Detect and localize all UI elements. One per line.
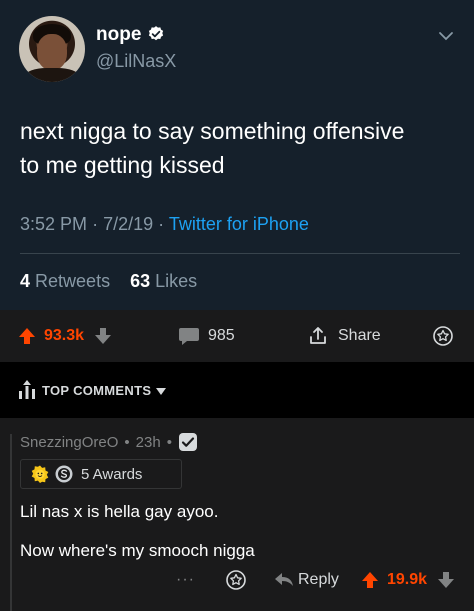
meta-separator: · [158, 214, 165, 234]
comment-bubble-icon [179, 328, 199, 345]
tweet-time: 3:52 PM [20, 214, 88, 234]
wholesome-award-icon [31, 465, 49, 483]
comment-award-button[interactable] [225, 566, 247, 594]
retweets-label: Retweets [35, 271, 111, 291]
award-icon [226, 570, 246, 590]
tweet-date: 7/2/19 [103, 214, 154, 234]
meta-bullet: • [124, 433, 130, 451]
comment-body-line: Lil nas x is hella gay ayoo. [20, 502, 219, 521]
reply-label: Reply [298, 571, 339, 588]
checkmark-badge-icon [178, 433, 197, 451]
award-button[interactable] [432, 310, 454, 362]
tweet-text-line: to me getting kissed [20, 152, 225, 178]
downvote-arrow-icon[interactable] [437, 571, 455, 589]
chevron-down-icon[interactable] [438, 30, 454, 42]
retweets-count: 4 [20, 271, 31, 291]
comment-body-line: Now where's my smooch nigga [20, 541, 255, 560]
more-options-button[interactable]: ··· [176, 566, 195, 594]
avatar-shirt [25, 68, 79, 82]
comment-vote-group: 19.9k [361, 566, 455, 594]
comment-author[interactable]: SnezzingOreO [20, 434, 118, 451]
divider [20, 253, 460, 254]
awards-label: 5 Awards [81, 465, 143, 483]
post-action-bar: 93.3k 985 Share [0, 310, 474, 362]
vote-group: 93.3k [18, 310, 112, 362]
caret-down-icon [156, 388, 166, 395]
retweets-stat[interactable]: 4 Retweets [20, 271, 110, 291]
share-button[interactable]: Share [308, 310, 381, 362]
upvote-count: 93.3k [44, 327, 85, 344]
comments-button[interactable]: 985 [178, 310, 235, 362]
meta-bullet: • [166, 433, 172, 451]
tweet-stats: 4 Retweets 63 Likes [20, 271, 197, 292]
verified-badge-icon [148, 26, 164, 41]
display-name[interactable]: nope [96, 24, 141, 46]
comment-score: 19.9k [387, 571, 428, 588]
avatar[interactable] [19, 16, 85, 82]
downvote-arrow-icon[interactable] [94, 327, 112, 345]
likes-stat[interactable]: 63 Likes [130, 271, 197, 291]
avatar-face [37, 34, 67, 70]
tweet-text: next nigga to say something offensive to… [20, 114, 460, 182]
meta-separator: · [92, 214, 99, 234]
likes-count: 63 [130, 271, 151, 291]
sort-label: TOP COMMENTS [42, 383, 152, 398]
tweet-text-line: next nigga to say something offensive [20, 118, 405, 144]
comment-actions: ··· Reply 19.9k [0, 566, 474, 594]
upvote-arrow-icon[interactable] [18, 327, 36, 345]
awards-badge[interactable]: 5 Awards [20, 459, 182, 489]
reply-arrow-icon [275, 573, 293, 586]
upvote-arrow-icon[interactable] [361, 571, 379, 589]
reply-button[interactable]: Reply [274, 566, 339, 594]
award-icon [433, 326, 453, 346]
tweet-source-link[interactable]: Twitter for iPhone [169, 214, 309, 234]
user-handle[interactable]: @LilNasX [96, 51, 176, 72]
tweet-meta: 3:52 PM · 7/2/19 · Twitter for iPhone [20, 214, 309, 235]
share-icon [310, 327, 326, 344]
tweet-card: nope @LilNasX next nigga to say somethin… [0, 0, 474, 310]
silver-award-icon [55, 465, 73, 483]
comments-sort-bar[interactable]: TOP COMMENTS [0, 362, 474, 418]
comment: SnezzingOreO • 23h • 5 Awards Lil nas x … [0, 418, 474, 611]
sort-top-icon [19, 380, 35, 399]
comment-meta: SnezzingOreO • 23h • [20, 432, 198, 452]
likes-label: Likes [155, 271, 198, 291]
comment-count: 985 [208, 327, 235, 344]
comment-age: 23h [135, 433, 161, 451]
share-label: Share [338, 327, 381, 344]
